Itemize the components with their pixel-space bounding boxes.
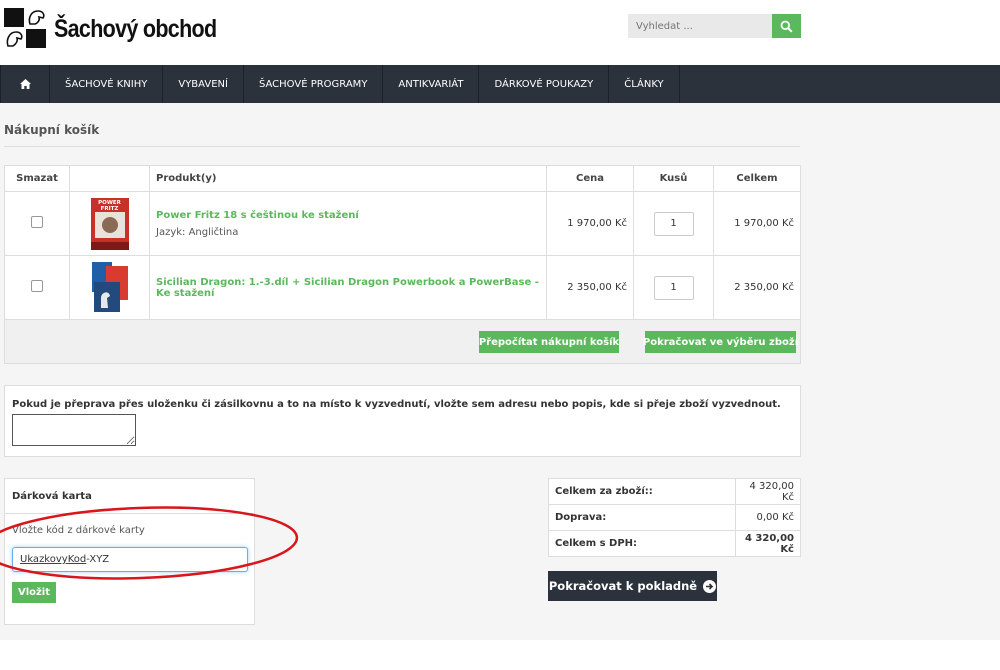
totals-row: Celkem s DPH: 4 320,00 Kč [548, 530, 801, 557]
nav-item-gift-vouchers[interactable]: DÁRKOVÉ POUKAZY [479, 65, 610, 103]
totals-value: 0,00 Kč [735, 504, 801, 531]
home-icon [19, 79, 31, 89]
col-qty: Kusů [633, 165, 714, 192]
nav-item-chess-books[interactable]: ŠACHOVÉ KNIHY [50, 65, 164, 103]
quantity-input[interactable]: 1 [653, 275, 694, 300]
product-link[interactable]: Sicilian Dragon: 1.-3.díl + Sicilian Dra… [156, 277, 540, 299]
qty-cell: 1 [633, 191, 714, 256]
knight-logo-icon [4, 8, 48, 50]
product-thumbnail[interactable]: POWER FRITZ [90, 197, 129, 250]
image-cell: POWER FRITZ [69, 191, 150, 256]
product-link[interactable]: Power Fritz 18 s češtinou ke stažení [156, 210, 540, 221]
logo[interactable]: Šachový obchod [4, 8, 243, 50]
price-cell: 1 970,00 Kč [546, 191, 634, 256]
totals-value: 4 320,00 Kč [735, 478, 801, 505]
totals-row: Doprava: 0,00 Kč [548, 504, 801, 531]
cart-header-row: Smazat Produkt(y) Cena Kusů Celkem [4, 165, 801, 192]
total-cell: 1 970,00 Kč [713, 191, 801, 256]
totals-label: Celkem za zboží:: [548, 478, 736, 505]
qty-cell: 1 [633, 255, 714, 320]
totals-label: Doprava: [548, 504, 736, 531]
thumbnail-label: POWER FRITZ [98, 199, 121, 212]
nav-item-chess-software[interactable]: ŠACHOVÉ PROGRAMY [244, 65, 384, 103]
recalculate-cart-button[interactable]: Přepočítat nákupní košík [479, 331, 619, 353]
remove-checkbox[interactable] [31, 216, 43, 228]
footer [0, 640, 1000, 670]
nav-item-articles[interactable]: ČLÁNKY [609, 65, 680, 103]
totals-table: Celkem za zboží:: 4 320,00 Kč Doprava: 0… [548, 478, 801, 557]
pickup-note-panel: Pokud je přeprava přes uloženku či zásil… [4, 385, 801, 457]
continue-shopping-button[interactable]: Pokračovat ve výběru zboží [643, 331, 798, 353]
col-remove: Smazat [4, 165, 70, 192]
search-bar [628, 14, 801, 38]
cart-table: Smazat Produkt(y) Cena Kusů Celkem POWER… [4, 165, 801, 320]
pickup-note-label: Pokud je přeprava přes uloženku či zásil… [12, 399, 781, 410]
product-variant: Jazyk: Angličtina [156, 226, 239, 238]
image-cell [69, 255, 150, 320]
total-cell: 2 350,00 Kč [713, 255, 801, 320]
remove-checkbox[interactable] [31, 280, 43, 292]
col-product: Produkt(y) [149, 165, 547, 192]
highlight-ellipse [0, 506, 299, 580]
cart-actions: Přepočítat nákupní košík Pokračovat ve v… [4, 320, 801, 364]
remove-cell [4, 255, 70, 320]
pickup-note-textarea[interactable] [12, 414, 136, 446]
checkout-button-label: Pokračovat k pokladně [548, 579, 698, 593]
table-row: POWER FRITZ Power Fritz 18 s češtinou ke… [4, 191, 801, 256]
totals-row: Celkem za zboží:: 4 320,00 Kč [548, 478, 801, 505]
main-nav: ŠACHOVÉ KNIHY VYBAVENÍ ŠACHOVÉ PROGRAMY … [0, 65, 1000, 103]
divider [4, 146, 800, 147]
remove-cell [4, 191, 70, 256]
site-title: Šachový obchod [54, 14, 217, 43]
totals-label: Celkem s DPH: [548, 530, 736, 557]
page-title: Nákupní košík [4, 123, 100, 137]
product-cell: Power Fritz 18 s češtinou ke stažení Jaz… [149, 191, 547, 256]
arrow-right-icon [703, 579, 717, 593]
nav-home[interactable] [0, 65, 50, 103]
quantity-input[interactable]: 1 [653, 211, 694, 236]
price-cell: 2 350,00 Kč [546, 255, 634, 320]
nav-item-equipment[interactable]: VYBAVENÍ [163, 65, 244, 103]
gift-card-title: Dárková karta [12, 491, 92, 502]
table-row: Sicilian Dragon: 1.-3.díl + Sicilian Dra… [4, 255, 801, 320]
totals-value: 4 320,00 Kč [735, 530, 801, 557]
product-cell: Sicilian Dragon: 1.-3.díl + Sicilian Dra… [149, 255, 547, 320]
search-input[interactable] [628, 14, 772, 38]
search-icon [780, 20, 793, 33]
search-button[interactable] [772, 14, 801, 38]
header: Šachový obchod [0, 0, 1000, 66]
col-price: Cena [546, 165, 634, 192]
apply-gift-card-button[interactable]: Vložit [12, 582, 56, 603]
product-thumbnail[interactable] [90, 261, 129, 314]
col-total: Celkem [713, 165, 801, 192]
col-image [69, 165, 150, 192]
checkout-button[interactable]: Pokračovat k pokladně [548, 571, 717, 601]
nav-item-antiquarian[interactable]: ANTIKVARIÁT [383, 65, 480, 103]
